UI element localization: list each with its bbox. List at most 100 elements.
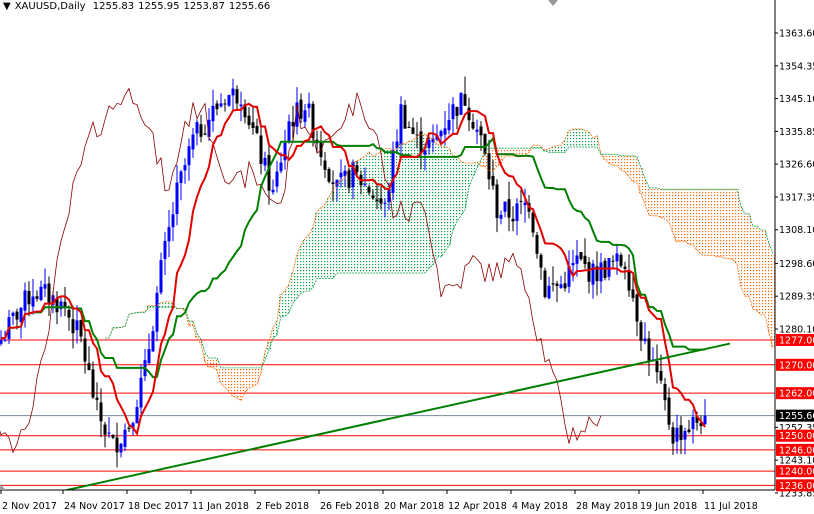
cloud-segment: [587, 131, 591, 148]
cloud-segment: [211, 357, 215, 368]
cloud-segment: [207, 357, 211, 368]
candle-body: [159, 260, 163, 293]
cloud-segment: [319, 207, 323, 279]
candle-body: [23, 290, 27, 311]
cloud-segment: [459, 161, 463, 216]
candle-body: [231, 88, 235, 96]
candle-body: [99, 402, 103, 422]
candle-body: [75, 320, 79, 331]
cloud-segment: [583, 130, 587, 148]
candle-body: [395, 141, 399, 149]
y-tick-label: 1317.35: [779, 192, 814, 203]
candle-body: [499, 214, 503, 219]
candle-body: [251, 122, 255, 129]
candle-body: [115, 437, 119, 453]
candle-body: [179, 171, 183, 184]
cloud-segment: [323, 204, 327, 279]
x-tick-label: 11 Jul 2018: [704, 501, 758, 512]
candle-body: [219, 103, 223, 107]
candle-body: [559, 284, 563, 288]
level-label: 1270.00: [779, 360, 814, 371]
candle-body: [443, 128, 447, 135]
cloud-segment: [367, 151, 371, 274]
cloud-segment: [307, 234, 311, 292]
cloud-segment: [303, 238, 307, 292]
candle-body: [507, 199, 511, 218]
cloud-segment: [447, 148, 451, 247]
candle-body: [591, 263, 595, 285]
y-tick-label: 1354.35: [779, 61, 814, 72]
cloud-segment: [719, 189, 723, 257]
cloud-segment: [559, 145, 563, 153]
candle-body: [463, 94, 467, 106]
candle-body: [119, 443, 123, 453]
candle-body: [579, 252, 583, 260]
cloud-segment: [163, 301, 167, 308]
cloud-segment: [627, 155, 631, 177]
close-value: 1255.66: [228, 1, 271, 12]
candle-body: [291, 122, 295, 127]
candle-body: [471, 121, 475, 129]
cloud-segment: [439, 145, 443, 258]
candle-body: [211, 105, 215, 122]
candle-body: [263, 157, 267, 166]
candle-body: [627, 270, 631, 291]
candle-body: [107, 432, 111, 434]
candle-body: [47, 283, 51, 303]
cloud-segment: [451, 155, 455, 230]
cloud-segment: [687, 189, 691, 245]
candle-body: [299, 99, 303, 119]
candle-body: [475, 129, 479, 132]
candle-body: [447, 120, 451, 131]
candle-body: [631, 289, 635, 298]
candle-body: [127, 427, 131, 430]
current-price-label: 1255.66: [779, 411, 814, 422]
cloud-segment: [715, 189, 719, 257]
cloud-segment: [591, 138, 595, 148]
cloud-segment: [231, 367, 235, 397]
price-chart[interactable]: 1363.60 1354.35 1345.10 1335.85 1326.60 1317.…: [0, 0, 814, 514]
level-label: 1246.00: [779, 445, 814, 456]
candle-body: [167, 227, 171, 242]
candle-body: [27, 290, 31, 305]
x-tick-label: 20 Mar 2018: [384, 501, 444, 512]
candle-body: [379, 198, 383, 204]
cloud-segment: [435, 144, 439, 258]
candle-body: [287, 121, 291, 143]
candle-body: [15, 311, 19, 320]
candle-body: [307, 103, 311, 109]
cloud-segment: [759, 229, 763, 315]
shift-marker-icon: [548, 0, 558, 6]
cloud-segment: [651, 188, 655, 216]
candle-body: [691, 416, 695, 429]
candle-body: [375, 199, 379, 202]
candle-body: [503, 201, 507, 212]
candle-body: [215, 103, 219, 110]
candle-body: [607, 258, 611, 277]
candle-body: [171, 214, 175, 228]
cloud-segment: [771, 253, 775, 348]
candle-body: [587, 262, 591, 282]
candle-body: [303, 110, 307, 122]
cloud-segment: [679, 189, 683, 241]
candle-body: [687, 429, 691, 433]
candle-body: [191, 134, 195, 150]
cloud-segment: [371, 156, 375, 274]
candle-body: [367, 187, 371, 193]
cloud-segment: [243, 367, 247, 392]
cloud-segment: [239, 367, 243, 401]
x-tick-label: 11 Jan 2018: [192, 501, 249, 512]
candle-body: [79, 320, 83, 337]
chart-window[interactable]: ▼ XAUUSD,Daily 1255.83 1255.95 1253.87 1255.…: [0, 0, 814, 514]
level-label: 1240.00: [779, 467, 814, 478]
candle-body: [611, 260, 615, 262]
cloud-segment: [711, 189, 715, 256]
cloud-segment: [571, 129, 575, 148]
candle-body: [511, 218, 515, 222]
cloud-segment: [251, 367, 255, 387]
candle-body: [267, 154, 271, 191]
chart-title: ▼ XAUUSD,Daily 1255.83 1255.95 1253.87 1255.…: [3, 1, 274, 12]
x-tick-label: 24 Nov 2017: [64, 501, 125, 512]
dropdown-arrow-icon[interactable]: ▼: [3, 1, 11, 12]
cloud-segment: [315, 211, 319, 279]
